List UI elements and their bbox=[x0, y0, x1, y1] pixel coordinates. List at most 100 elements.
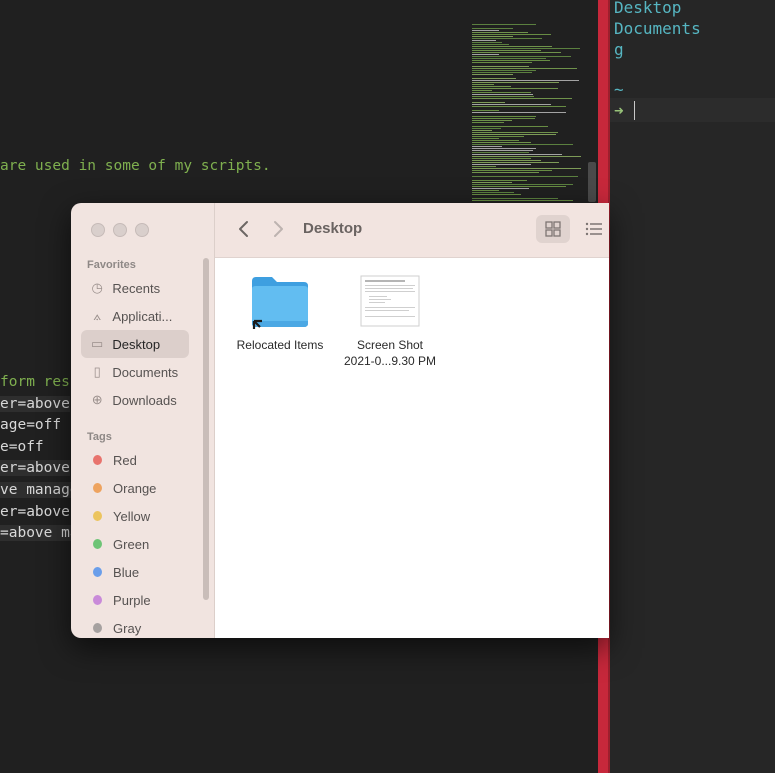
finder-window[interactable]: Favorites ◷ Recents ⟑ Applicati... ▭ Des… bbox=[71, 203, 609, 638]
sidebar-tag-purple[interactable]: Purple bbox=[81, 586, 189, 614]
minimap-row bbox=[472, 88, 558, 89]
minimap-row bbox=[472, 52, 561, 53]
minimap-row bbox=[472, 156, 581, 157]
sidebar-item-downloads[interactable]: ⊕ Downloads bbox=[81, 386, 189, 414]
sidebar-tag-red[interactable]: Red bbox=[81, 446, 189, 474]
minimap-row bbox=[472, 60, 550, 61]
chevron-left-icon bbox=[239, 221, 248, 237]
editor-line: =above ma bbox=[0, 525, 79, 541]
sidebar-tag-yellow[interactable]: Yellow bbox=[81, 502, 189, 530]
finder-toolbar: Desktop bbox=[215, 203, 609, 258]
minimap-row bbox=[472, 54, 499, 55]
editor-line: ve manage bbox=[0, 482, 79, 498]
file-item-screen-shot[interactable]: Screen Shot 2021-0...9.30 PM bbox=[335, 273, 445, 369]
minimize-window-button[interactable] bbox=[113, 223, 127, 237]
minimap-row bbox=[472, 126, 548, 127]
editor-line: e=off bbox=[0, 439, 44, 455]
finder-sidebar: Favorites ◷ Recents ⟑ Applicati... ▭ Des… bbox=[71, 203, 215, 638]
minimap-row bbox=[472, 134, 556, 135]
minimap-row bbox=[472, 132, 558, 133]
minimap-row bbox=[472, 194, 521, 195]
tags-header: Tags bbox=[87, 431, 112, 443]
minimap-row bbox=[472, 122, 504, 123]
grid-icon bbox=[545, 221, 561, 237]
minimap-row bbox=[472, 44, 509, 45]
terminal-line: Desktop bbox=[614, 0, 682, 17]
sidebar-item-label: Gray bbox=[113, 620, 142, 636]
minimap-row bbox=[472, 158, 531, 159]
screenshot-thumbnail-icon bbox=[360, 275, 420, 327]
minimap-row bbox=[472, 92, 531, 93]
sidebar-tag-gray[interactable]: Gray bbox=[81, 614, 189, 638]
zoom-window-button[interactable] bbox=[135, 223, 149, 237]
editor-line: form resi bbox=[0, 374, 79, 390]
minimap-row bbox=[472, 166, 496, 167]
terminal-line: g bbox=[614, 40, 624, 59]
sidebar-item-label: Purple bbox=[113, 592, 151, 608]
minimap-row bbox=[472, 104, 551, 105]
sidebar-item-label: Yellow bbox=[113, 508, 151, 524]
terminal-pane[interactable]: Desktop Documents g ~ ➜ bbox=[610, 0, 775, 773]
minimap-row bbox=[472, 180, 527, 181]
terminal-tilde: ~ bbox=[614, 80, 624, 99]
minimap-row bbox=[472, 30, 499, 31]
favorites-header: Favorites bbox=[87, 259, 136, 271]
finder-content[interactable]: Desktop Relocated Items Screen Shot 2021… bbox=[215, 203, 609, 638]
minimap-row bbox=[472, 68, 577, 69]
minimap-row bbox=[472, 98, 572, 99]
minimap-row bbox=[472, 110, 499, 111]
download-icon: ⊕ bbox=[91, 392, 103, 407]
minimap-row bbox=[472, 50, 541, 51]
window-controls bbox=[91, 223, 149, 237]
minimap-row bbox=[472, 38, 542, 39]
minimap-row bbox=[472, 152, 529, 153]
sidebar-item-applications[interactable]: ⟑ Applicati... bbox=[81, 302, 189, 330]
minimap-row bbox=[472, 172, 539, 173]
minimap[interactable] bbox=[470, 24, 582, 204]
minimap-row bbox=[472, 56, 571, 57]
tag-dot-icon bbox=[93, 483, 103, 493]
tag-dot-icon bbox=[93, 623, 103, 633]
editor-scrollbar[interactable] bbox=[588, 162, 596, 202]
desktop-icon: ▭ bbox=[91, 336, 104, 351]
sidebar-item-label: Recents bbox=[112, 280, 161, 296]
file-name: Relocated Items bbox=[236, 338, 324, 352]
minimap-row bbox=[472, 58, 546, 59]
file-name: Screen Shot 2021-0...9.30 PM bbox=[343, 338, 437, 368]
minimap-row bbox=[472, 80, 579, 81]
forward-button[interactable] bbox=[271, 218, 285, 244]
back-button[interactable] bbox=[237, 218, 251, 244]
tag-dot-icon bbox=[93, 455, 103, 465]
sidebar-item-label: Red bbox=[113, 452, 137, 468]
list-view-button[interactable] bbox=[582, 215, 606, 243]
sidebar-item-recents[interactable]: ◷ Recents bbox=[81, 274, 189, 302]
sidebar-item-label: Applicati... bbox=[112, 308, 173, 324]
minimap-row bbox=[472, 192, 514, 193]
folder-alias-icon bbox=[252, 277, 308, 329]
minimap-row bbox=[472, 78, 516, 79]
minimap-row bbox=[472, 170, 552, 171]
minimap-row bbox=[472, 168, 581, 169]
applications-icon: ⟑ bbox=[93, 308, 102, 323]
minimap-row bbox=[472, 84, 494, 85]
sidebar-tag-orange[interactable]: Orange bbox=[81, 474, 189, 502]
minimap-row bbox=[472, 144, 573, 145]
minimap-row bbox=[472, 150, 533, 151]
close-window-button[interactable] bbox=[91, 223, 105, 237]
sidebar-tag-green[interactable]: Green bbox=[81, 530, 189, 558]
sidebar-scrollbar[interactable] bbox=[203, 258, 209, 600]
minimap-row bbox=[472, 142, 531, 143]
sidebar-tag-blue[interactable]: Blue bbox=[81, 558, 189, 586]
sidebar-item-desktop[interactable]: ▭ Desktop bbox=[81, 330, 189, 358]
sidebar-item-label: Desktop bbox=[112, 336, 161, 352]
icon-view-button[interactable] bbox=[536, 215, 570, 243]
minimap-row bbox=[472, 154, 562, 155]
terminal-caret bbox=[634, 101, 635, 120]
tag-dot-icon bbox=[93, 595, 103, 605]
file-item-relocated-items[interactable]: Relocated Items bbox=[225, 273, 335, 353]
minimap-row bbox=[472, 94, 533, 95]
sidebar-item-documents[interactable]: ▯ Documents bbox=[81, 358, 189, 386]
minimap-row bbox=[472, 24, 536, 25]
minimap-row bbox=[472, 184, 573, 185]
minimap-row bbox=[472, 146, 502, 147]
